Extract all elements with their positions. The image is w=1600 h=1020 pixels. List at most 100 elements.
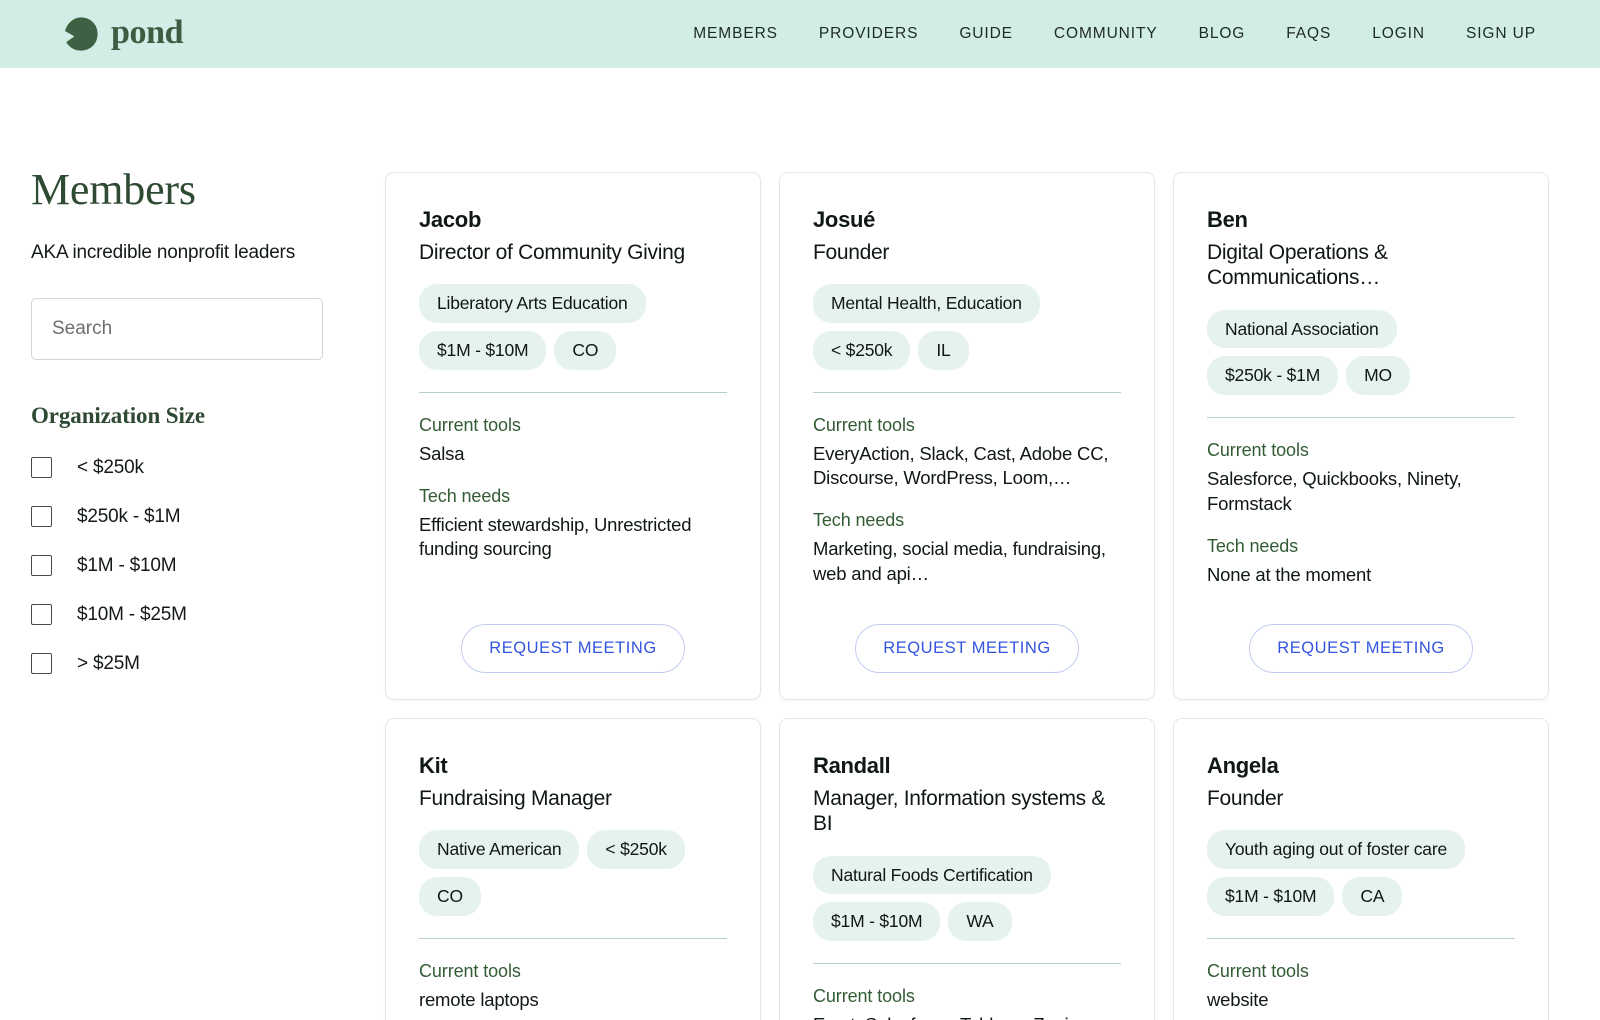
member-role: Digital Operations & Communications…: [1207, 240, 1515, 291]
member-tag: < $250k: [813, 331, 910, 370]
member-tag: $1M - $10M: [419, 331, 546, 370]
nav-item-members[interactable]: MEMBERS: [693, 25, 778, 43]
checkbox-icon[interactable]: [31, 653, 52, 674]
member-role: Fundraising Manager: [419, 786, 727, 812]
member-name: Kit: [419, 752, 727, 780]
current-tools-label: Current tools: [419, 415, 727, 436]
nav-item-login[interactable]: LOGIN: [1372, 25, 1425, 43]
member-card[interactable]: RandallManager, Information systems & BI…: [779, 718, 1155, 1020]
filter-option-label: $250k - $1M: [77, 506, 180, 528]
lilypad-icon: [62, 15, 100, 53]
current-tools-section: Current tools website: [1207, 961, 1515, 1012]
member-tag: CO: [419, 877, 481, 916]
member-tag: $1M - $10M: [1207, 877, 1334, 916]
member-tag: CA: [1342, 877, 1402, 916]
filter-option-gt-25m[interactable]: > $25M: [31, 639, 385, 688]
checkbox-icon[interactable]: [31, 604, 52, 625]
brand-logo[interactable]: pond: [62, 15, 183, 53]
nav-item-signup[interactable]: SIGN UP: [1466, 25, 1536, 43]
current-tools-label: Current tools: [813, 986, 1121, 1007]
tech-needs-section: Tech needsNone at the moment: [1207, 536, 1515, 587]
member-card-grid: Jacob Director of Community Giving Liberat…: [385, 68, 1560, 1020]
filter-option-label: $1M - $10M: [77, 555, 176, 577]
member-name: Josué: [813, 206, 1121, 234]
current-tools-value: EveryAction, Slack, Cast, Adobe CC, Disc…: [813, 442, 1121, 491]
tech-needs-label: Tech needs: [1207, 536, 1515, 557]
brand-name: pond: [111, 16, 183, 53]
checkbox-icon[interactable]: [31, 506, 52, 527]
current-tools-label: Current tools: [813, 415, 1121, 436]
current-tools-section: Current tools EveryAction, Slack, Cast, A…: [813, 415, 1121, 491]
main-nav: MEMBERS PROVIDERS GUIDE COMMUNITY BLOG F…: [693, 25, 1536, 43]
filter-option-label: > $25M: [77, 653, 140, 675]
member-tag: < $250k: [587, 830, 684, 869]
member-tag: Liberatory Arts Education: [419, 284, 646, 323]
member-tag-list: Natural Foods Certification$1M - $10MWA: [813, 856, 1121, 942]
request-meeting-button[interactable]: REQUEST MEETING: [1249, 624, 1472, 673]
tech-needs-section: Tech needs Efficient stewardship, Unrestr…: [419, 486, 727, 562]
organization-size-filter-list: < $250k $250k - $1M $1M - $10M $10M - $2…: [31, 443, 385, 688]
filter-option-lt-250k[interactable]: < $250k: [31, 443, 385, 492]
site-header: pond MEMBERS PROVIDERS GUIDE COMMUNITY B…: [0, 0, 1600, 68]
card-divider: [1207, 417, 1515, 418]
member-card[interactable]: Jacob Director of Community Giving Liberat…: [385, 172, 761, 700]
member-role: Manager, Information systems & BI: [813, 786, 1121, 837]
member-tag: Natural Foods Certification: [813, 856, 1051, 895]
member-role: Founder: [813, 240, 1121, 266]
page-body: Members AKA incredible nonprofit leaders…: [0, 68, 1600, 1020]
member-tag: IL: [918, 331, 968, 370]
page-subtitle: AKA incredible nonprofit leaders: [31, 242, 385, 264]
request-meeting-button[interactable]: REQUEST MEETING: [461, 624, 684, 673]
current-tools-value: Ecert, Salesforce, Tableau, Zapier, Docu…: [813, 1013, 1121, 1020]
current-tools-section: Current tools Salesforce, Quickbooks, Nin…: [1207, 440, 1515, 516]
member-tag: Youth aging out of foster care: [1207, 830, 1465, 869]
current-tools-value: website: [1207, 988, 1515, 1012]
member-name: Jacob: [419, 206, 727, 234]
filter-option-10m-25m[interactable]: $10M - $25M: [31, 590, 385, 639]
card-footer: REQUEST MEETING: [813, 594, 1121, 673]
member-tag: WA: [948, 902, 1011, 941]
member-card[interactable]: Angela Founder Youth aging out of foster c…: [1173, 718, 1549, 1020]
current-tools-value: Salsa: [419, 442, 727, 466]
member-tag: $250k - $1M: [1207, 356, 1338, 395]
card-divider: [813, 392, 1121, 393]
current-tools-label: Current tools: [1207, 440, 1515, 461]
tech-needs-value: Marketing, social media, fundraising, we…: [813, 537, 1121, 586]
card-divider: [419, 938, 727, 939]
tech-needs-value: Efficient stewardship, Unrestricted fund…: [419, 513, 727, 562]
page-title: Members: [31, 168, 385, 212]
nav-item-community[interactable]: COMMUNITY: [1054, 25, 1158, 43]
member-tag: MO: [1346, 356, 1410, 395]
nav-item-blog[interactable]: BLOG: [1199, 25, 1246, 43]
current-tools-section: Current tools Salsa: [419, 415, 727, 466]
nav-item-providers[interactable]: PROVIDERS: [819, 25, 918, 43]
member-tag: National Association: [1207, 310, 1397, 349]
nav-item-guide[interactable]: GUIDE: [959, 25, 1013, 43]
current-tools-label: Current tools: [1207, 961, 1515, 982]
tech-needs-label: Tech needs: [419, 486, 727, 507]
checkbox-icon[interactable]: [31, 457, 52, 478]
current-tools-value: Salesforce, Quickbooks, Ninety, Formstac…: [1207, 467, 1515, 516]
card-divider: [419, 392, 727, 393]
member-role: Founder: [1207, 786, 1515, 812]
current-tools-section: Current tools Ecert, Salesforce, Tableau,…: [813, 986, 1121, 1020]
current-tools-label: Current tools: [419, 961, 727, 982]
filter-option-250k-1m[interactable]: $250k - $1M: [31, 492, 385, 541]
filter-option-1m-10m[interactable]: $1M - $10M: [31, 541, 385, 590]
member-tag: Native American: [419, 830, 579, 869]
filter-option-label: $10M - $25M: [77, 604, 187, 626]
member-tag-list: National Association $250k - $1MMO: [1207, 310, 1515, 396]
member-card[interactable]: BenDigital Operations & Communications…N…: [1173, 172, 1549, 700]
search-input[interactable]: [31, 298, 323, 360]
request-meeting-button[interactable]: REQUEST MEETING: [855, 624, 1078, 673]
card-divider: [813, 963, 1121, 964]
member-name: Angela: [1207, 752, 1515, 780]
nav-item-faqs[interactable]: FAQS: [1286, 25, 1331, 43]
member-card[interactable]: Josué Founder Mental Health, Education < $2…: [779, 172, 1155, 700]
member-tag: Mental Health, Education: [813, 284, 1040, 323]
tech-needs-section: Tech needs Marketing, social media, fundr…: [813, 510, 1121, 586]
tech-needs-label: Tech needs: [813, 510, 1121, 531]
checkbox-icon[interactable]: [31, 555, 52, 576]
member-card[interactable]: Kit Fundraising Manager Native American< $…: [385, 718, 761, 1020]
member-role: Director of Community Giving: [419, 240, 727, 266]
